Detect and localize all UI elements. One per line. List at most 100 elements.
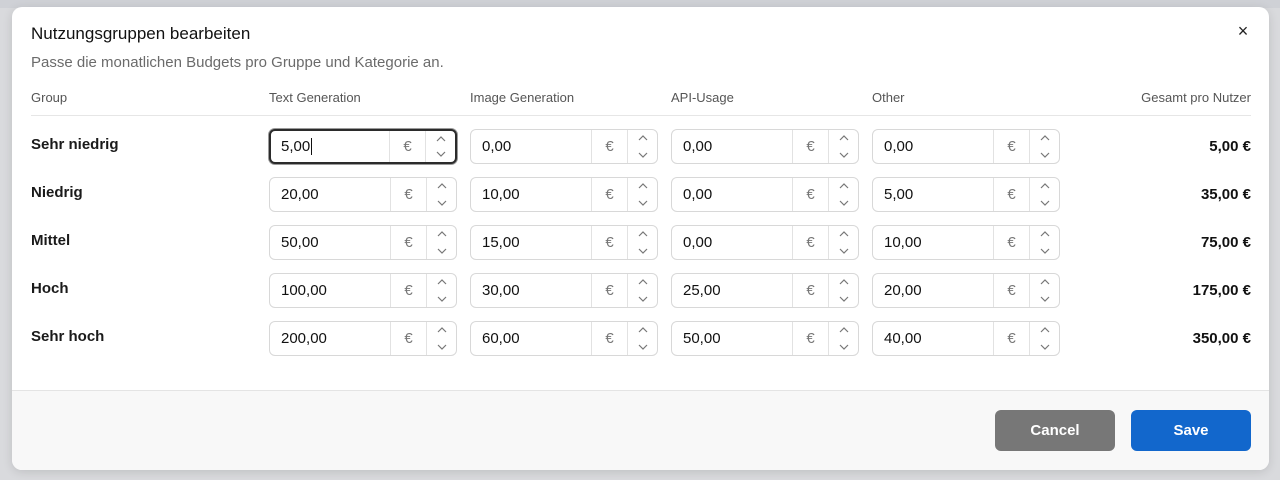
image-generation-budget-input[interactable]: 60,00 € bbox=[470, 321, 658, 356]
other-budget-input[interactable]: 40,00 € bbox=[872, 321, 1060, 356]
chevron-down-icon[interactable] bbox=[1030, 243, 1059, 260]
budget-value-field[interactable]: 0,00 bbox=[672, 130, 792, 163]
budget-value-field[interactable]: 25,00 bbox=[672, 274, 792, 307]
image-generation-budget-input[interactable]: 0,00 € bbox=[470, 129, 658, 164]
quantity-stepper[interactable] bbox=[627, 226, 657, 259]
other-budget-input[interactable]: 20,00 € bbox=[872, 273, 1060, 308]
save-button[interactable]: Save bbox=[1131, 410, 1251, 451]
chevron-down-icon[interactable] bbox=[427, 339, 456, 356]
chevron-up-icon[interactable] bbox=[1030, 226, 1059, 243]
budget-value-field[interactable]: 10,00 bbox=[471, 178, 591, 211]
other-budget-input[interactable]: 0,00 € bbox=[872, 129, 1060, 164]
quantity-stepper[interactable] bbox=[426, 274, 456, 307]
chevron-up-icon[interactable] bbox=[829, 274, 858, 291]
budget-value-field[interactable]: 40,00 bbox=[873, 322, 993, 355]
chevron-up-icon[interactable] bbox=[427, 226, 456, 243]
api-usage-budget-input[interactable]: 0,00 € bbox=[671, 129, 859, 164]
image-generation-budget-input[interactable]: 15,00 € bbox=[470, 225, 658, 260]
chevron-up-icon[interactable] bbox=[1030, 274, 1059, 291]
chevron-down-icon[interactable] bbox=[628, 339, 657, 356]
quantity-stepper[interactable] bbox=[1029, 274, 1059, 307]
budget-value-field[interactable]: 50,00 bbox=[672, 322, 792, 355]
chevron-down-icon[interactable] bbox=[1030, 147, 1059, 164]
close-icon[interactable]: × bbox=[1233, 21, 1253, 41]
other-budget-input[interactable]: 10,00 € bbox=[872, 225, 1060, 260]
api-usage-budget-input[interactable]: 50,00 € bbox=[671, 321, 859, 356]
budget-value-field[interactable]: 10,00 bbox=[873, 226, 993, 259]
api-usage-budget-input[interactable]: 25,00 € bbox=[671, 273, 859, 308]
chevron-up-icon[interactable] bbox=[1030, 178, 1059, 195]
chevron-up-icon[interactable] bbox=[427, 322, 456, 339]
chevron-down-icon[interactable] bbox=[1030, 291, 1059, 308]
budget-value-field[interactable]: 50,00 bbox=[270, 226, 390, 259]
chevron-up-icon[interactable] bbox=[628, 130, 657, 147]
quantity-stepper[interactable] bbox=[828, 130, 858, 163]
quantity-stepper[interactable] bbox=[627, 178, 657, 211]
quantity-stepper[interactable] bbox=[426, 178, 456, 211]
quantity-stepper[interactable] bbox=[627, 322, 657, 355]
text-generation-budget-input[interactable]: 50,00 € bbox=[269, 225, 457, 260]
quantity-stepper[interactable] bbox=[426, 226, 456, 259]
other-budget-input[interactable]: 5,00 € bbox=[872, 177, 1060, 212]
cancel-button[interactable]: Cancel bbox=[995, 410, 1115, 451]
quantity-stepper[interactable] bbox=[828, 274, 858, 307]
chevron-up-icon[interactable] bbox=[427, 178, 456, 195]
budget-value-field[interactable]: 15,00 bbox=[471, 226, 591, 259]
quantity-stepper[interactable] bbox=[1029, 130, 1059, 163]
quantity-stepper[interactable] bbox=[828, 322, 858, 355]
budget-value-field[interactable]: 20,00 bbox=[270, 178, 390, 211]
budget-value-field[interactable]: 60,00 bbox=[471, 322, 591, 355]
api-usage-budget-input[interactable]: 0,00 € bbox=[671, 225, 859, 260]
budget-value-field[interactable]: 0,00 bbox=[672, 226, 792, 259]
chevron-down-icon[interactable] bbox=[427, 243, 456, 260]
chevron-down-icon[interactable] bbox=[427, 195, 456, 212]
quantity-stepper[interactable] bbox=[627, 130, 657, 163]
chevron-up-icon[interactable] bbox=[426, 131, 455, 147]
chevron-down-icon[interactable] bbox=[1030, 339, 1059, 356]
chevron-down-icon[interactable] bbox=[1030, 195, 1059, 212]
text-generation-budget-input[interactable]: 100,00 € bbox=[269, 273, 457, 308]
chevron-up-icon[interactable] bbox=[628, 274, 657, 291]
budget-value-field[interactable]: 5,00 bbox=[271, 131, 389, 162]
chevron-down-icon[interactable] bbox=[829, 243, 858, 260]
chevron-down-icon[interactable] bbox=[628, 243, 657, 260]
budget-value-field[interactable]: 0,00 bbox=[471, 130, 591, 163]
chevron-down-icon[interactable] bbox=[426, 147, 455, 163]
chevron-down-icon[interactable] bbox=[829, 339, 858, 356]
api-usage-budget-input[interactable]: 0,00 € bbox=[671, 177, 859, 212]
quantity-stepper[interactable] bbox=[425, 131, 455, 162]
image-generation-budget-input[interactable]: 30,00 € bbox=[470, 273, 658, 308]
text-generation-budget-input[interactable]: 5,00 € bbox=[269, 129, 457, 164]
chevron-down-icon[interactable] bbox=[628, 291, 657, 308]
chevron-down-icon[interactable] bbox=[628, 195, 657, 212]
text-generation-budget-input[interactable]: 200,00 € bbox=[269, 321, 457, 356]
quantity-stepper[interactable] bbox=[828, 226, 858, 259]
chevron-up-icon[interactable] bbox=[628, 226, 657, 243]
chevron-down-icon[interactable] bbox=[829, 147, 858, 164]
chevron-up-icon[interactable] bbox=[628, 178, 657, 195]
quantity-stepper[interactable] bbox=[426, 322, 456, 355]
chevron-up-icon[interactable] bbox=[829, 178, 858, 195]
budget-value-field[interactable]: 100,00 bbox=[270, 274, 390, 307]
chevron-up-icon[interactable] bbox=[829, 226, 858, 243]
chevron-up-icon[interactable] bbox=[829, 322, 858, 339]
chevron-up-icon[interactable] bbox=[1030, 130, 1059, 147]
chevron-down-icon[interactable] bbox=[427, 291, 456, 308]
text-generation-budget-input[interactable]: 20,00 € bbox=[269, 177, 457, 212]
chevron-up-icon[interactable] bbox=[829, 130, 858, 147]
chevron-down-icon[interactable] bbox=[829, 291, 858, 308]
chevron-up-icon[interactable] bbox=[628, 322, 657, 339]
budget-value-field[interactable]: 0,00 bbox=[672, 178, 792, 211]
chevron-up-icon[interactable] bbox=[427, 274, 456, 291]
chevron-up-icon[interactable] bbox=[1030, 322, 1059, 339]
budget-value-field[interactable]: 5,00 bbox=[873, 178, 993, 211]
budget-value-field[interactable]: 20,00 bbox=[873, 274, 993, 307]
chevron-down-icon[interactable] bbox=[829, 195, 858, 212]
budget-value-field[interactable]: 0,00 bbox=[873, 130, 993, 163]
quantity-stepper[interactable] bbox=[1029, 178, 1059, 211]
image-generation-budget-input[interactable]: 10,00 € bbox=[470, 177, 658, 212]
quantity-stepper[interactable] bbox=[1029, 322, 1059, 355]
budget-value-field[interactable]: 30,00 bbox=[471, 274, 591, 307]
budget-value-field[interactable]: 200,00 bbox=[270, 322, 390, 355]
chevron-down-icon[interactable] bbox=[628, 147, 657, 164]
